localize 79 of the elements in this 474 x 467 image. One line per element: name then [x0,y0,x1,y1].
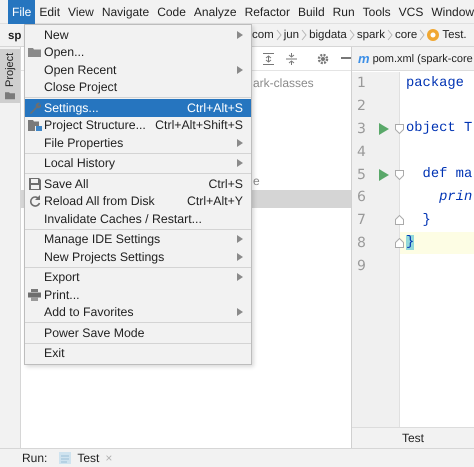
run-label: Run: [22,451,48,465]
menu-item[interactable]: Reload All from Disk Ctrl+Alt+Y [25,192,251,210]
chevron-icon [386,29,393,41]
line-number: 7 [356,212,367,228]
code-line: prin [438,190,472,205]
menu-item[interactable]: Project Structure... Ctrl+Alt+Shift+S [25,116,251,134]
fold-icon[interactable] [395,215,404,226]
editor-breadcrumb[interactable]: Test [352,427,474,448]
menu-item[interactable]: File Properties [25,134,251,152]
breadcrumb[interactable]: bigdata [309,29,347,41]
printer-icon [28,288,41,301]
run-tab[interactable]: Test [77,451,100,465]
line-number: 4 [356,144,367,160]
code-line: package [405,76,464,91]
fold-icon[interactable] [395,170,404,180]
folder-icon [5,91,15,99]
menu-item[interactable]: Edit [35,0,64,24]
collapse-all-icon[interactable] [286,52,297,64]
settings-icon[interactable] [317,52,329,64]
line-number: 3 [356,120,367,137]
breadcrumb[interactable]: jun [284,29,300,41]
fold-icon[interactable] [395,238,404,248]
menu-item[interactable]: Build [294,0,329,24]
expand-all-icon[interactable] [263,52,274,64]
menu-item[interactable]: View [64,0,98,24]
minimize-icon[interactable] [341,57,351,60]
line-number: 8 [356,234,367,251]
breadcrumb[interactable]: Test. [442,29,467,41]
chevron-icon [301,29,308,41]
object-icon [427,29,440,41]
menu-item[interactable]: Code [153,0,190,24]
chevron-icon [419,29,426,41]
menu-item[interactable]: Print... [25,286,251,304]
maven-icon: m [358,51,370,66]
menu-item[interactable]: Local History [25,154,251,172]
run-icon[interactable] [379,168,389,181]
menu-item[interactable]: Window [427,0,474,24]
menu-item[interactable]: Invalidate Caches / Restart... [25,210,251,228]
code-line: } [422,212,431,228]
menu-item[interactable]: Refactor [240,0,294,24]
line-number: 6 [356,189,367,206]
line-number: 5 [356,166,367,183]
line-number: 1 [356,75,367,92]
breadcrumb[interactable]: core [394,29,418,41]
reload-icon [28,195,40,208]
menu-item[interactable]: Navigate [98,0,154,24]
menu-item[interactable]: New [25,26,251,44]
menu-item[interactable]: Export [25,268,251,286]
menu-item[interactable]: File [8,0,36,24]
project-crumb[interactable]: sp [8,30,22,42]
menu-item[interactable]: New Projects Settings [25,248,251,266]
breadcrumb[interactable]: spark [356,29,385,41]
line-number: 2 [356,98,367,114]
editor-tab[interactable]: pom.xml (spark-core [372,52,473,64]
menu-item[interactable]: VCS [394,0,428,24]
menu-item[interactable]: Settings... Ctrl+Alt+S [25,99,251,116]
line-number: 9 [356,258,367,274]
menu-item[interactable]: Exit [25,344,251,362]
menu-item[interactable]: Save All Ctrl+S [25,175,251,192]
code-line: def ma [422,167,472,182]
menu-item[interactable]: Add to Favorites [25,304,251,321]
folder-grid-icon [28,120,42,131]
menu-item[interactable]: Tools [358,0,395,24]
breadcrumb[interactable]: com [252,29,274,41]
console-icon [59,452,72,464]
chevron-icon [348,29,355,41]
code-line: object T [405,121,472,136]
menu-item[interactable]: Close Project [25,78,251,96]
menu-item[interactable]: Run [328,0,359,24]
menu-item[interactable]: Open... [25,44,251,61]
menu-item[interactable]: Open Recent [25,61,251,78]
wrench-icon [28,101,41,114]
menu-item[interactable]: Manage IDE Settings [25,230,251,248]
chevron-icon [276,29,282,41]
run-icon[interactable] [379,122,389,135]
menu-item[interactable]: Power Save Mode [25,324,251,342]
menu-item[interactable]: Analyze [190,0,241,24]
project-tab[interactable]: Project [0,49,20,103]
fold-icon[interactable] [395,124,404,134]
